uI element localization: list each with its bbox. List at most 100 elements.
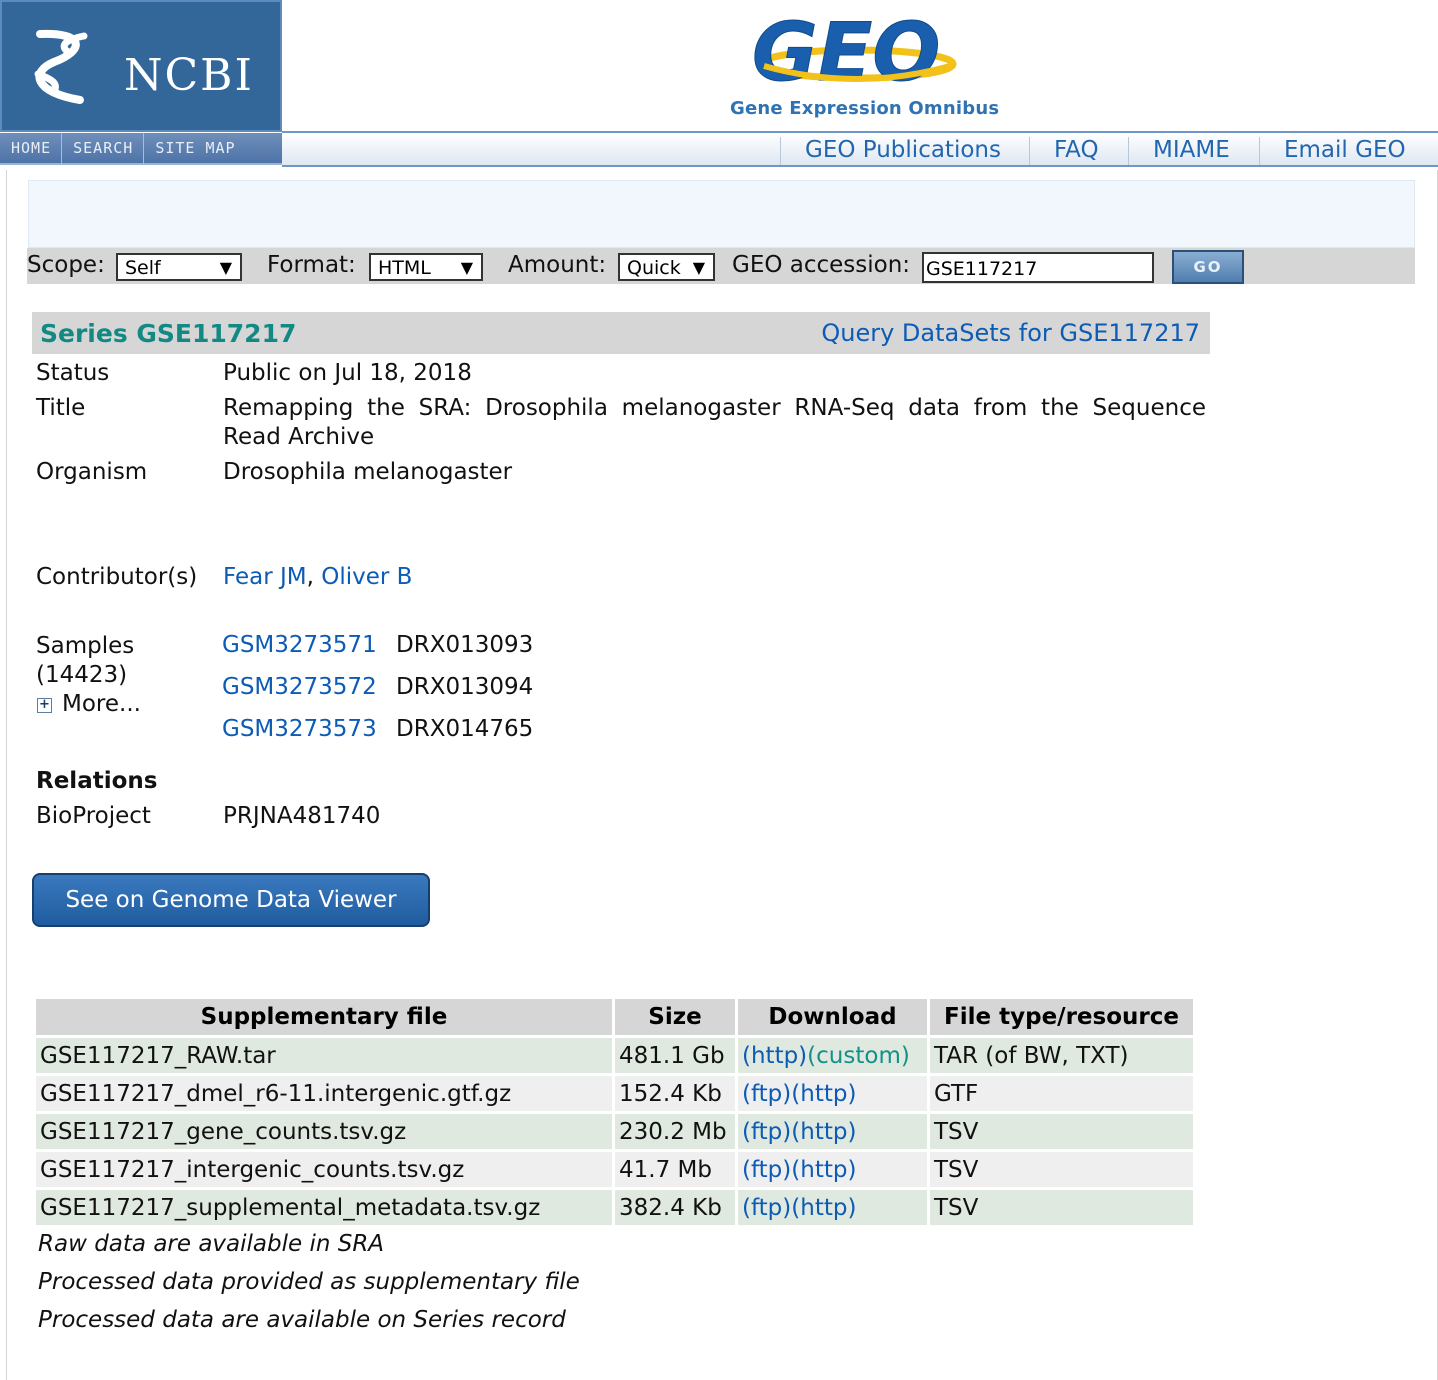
samples-label: Samples xyxy=(36,633,135,659)
note-processed-supplementary: Processed data provided as supplementary… xyxy=(38,1269,580,1295)
sample-accession: DRX013093 xyxy=(396,632,534,658)
genome-data-viewer-button[interactable]: See on Genome Data Viewer xyxy=(32,873,430,927)
status-label: Status xyxy=(36,360,110,386)
table-row: GSE117217_RAW.tar 481.1 Gb (http)(custom… xyxy=(36,1038,1193,1073)
scope-label: Scope: xyxy=(27,252,105,278)
table-header-row: Supplementary file Size Download File ty… xyxy=(36,999,1193,1035)
file-name: GSE117217_supplemental_metadata.tsv.gz xyxy=(36,1190,612,1225)
column-header: File type/resource xyxy=(930,999,1193,1035)
contributor-link[interactable]: Fear JM xyxy=(223,564,307,590)
nav-site-map[interactable]: SITE MAP xyxy=(144,133,245,165)
page-header: NCBI HOME SEARCH SITE MAP GEO Gene Expre… xyxy=(0,0,1438,168)
file-type: GTF xyxy=(930,1076,1193,1111)
file-size: 41.7 Mb xyxy=(615,1152,735,1187)
download-link[interactable]: (custom) xyxy=(807,1043,910,1069)
table-row: GSE117217_gene_counts.tsv.gz 230.2 Mb (f… xyxy=(36,1114,1193,1149)
ncbi-nav-bar: HOME SEARCH SITE MAP xyxy=(0,133,282,165)
file-type: TSV xyxy=(930,1152,1193,1187)
file-size: 382.4 Kb xyxy=(615,1190,735,1225)
organism-label: Organism xyxy=(36,459,148,485)
scope-value: Self xyxy=(125,257,161,279)
download-link[interactable]: (http) xyxy=(742,1043,807,1069)
query-datasets-link[interactable]: Query DataSets for GSE117217 xyxy=(821,319,1200,347)
format-value: HTML xyxy=(378,257,431,279)
info-band xyxy=(28,180,1415,248)
ncbi-logo[interactable]: NCBI xyxy=(0,0,282,132)
bioproject-link[interactable]: PRJNA481740 xyxy=(223,803,380,829)
dropdown-arrow-icon: ▼ xyxy=(219,258,232,277)
download-links: (ftp)(http) xyxy=(738,1114,927,1149)
column-header: Supplementary file xyxy=(36,999,612,1035)
series-header: Series GSE117217 Query DataSets for GSE1… xyxy=(32,312,1210,354)
samples-count: (14423) xyxy=(36,662,128,688)
geo-subtitle: Gene Expression Omnibus xyxy=(730,98,1000,119)
file-name: GSE117217_dmel_r6-11.intergenic.gtf.gz xyxy=(36,1076,612,1111)
amount-label: Amount: xyxy=(508,252,607,278)
nav-geo-publications[interactable]: GEO Publications xyxy=(780,137,1001,165)
nav-email-geo[interactable]: Email GEO xyxy=(1259,137,1406,165)
file-type: TSV xyxy=(930,1114,1193,1149)
contributor-separator: , xyxy=(306,564,314,590)
download-link[interactable]: (http) xyxy=(791,1081,856,1107)
table-row: GSE117217_dmel_r6-11.intergenic.gtf.gz 1… xyxy=(36,1076,1193,1111)
nav-faq[interactable]: FAQ xyxy=(1029,137,1099,165)
accession-label: GEO accession: xyxy=(732,252,911,278)
bioproject-label: BioProject xyxy=(36,803,151,829)
sample-link[interactable]: GSM3273571 xyxy=(222,632,377,658)
accession-input[interactable]: GSE117217 xyxy=(922,252,1154,283)
file-type: TAR (of BW, TXT) xyxy=(930,1038,1193,1073)
nav-home[interactable]: HOME xyxy=(0,133,63,165)
file-type: TSV xyxy=(930,1190,1193,1225)
file-name: GSE117217_RAW.tar xyxy=(36,1038,612,1073)
file-size: 481.1 Gb xyxy=(615,1038,735,1073)
download-links: (ftp)(http) xyxy=(738,1190,927,1225)
contributors-list: Fear JM, Oliver B xyxy=(223,564,412,590)
note-raw-data: Raw data are available in SRA xyxy=(38,1231,385,1257)
sample-link[interactable]: GSM3273573 xyxy=(222,716,377,742)
file-size: 230.2 Mb xyxy=(615,1114,735,1149)
nav-search[interactable]: SEARCH xyxy=(62,133,145,165)
download-link[interactable]: (ftp) xyxy=(742,1157,791,1183)
status-value: Public on Jul 18, 2018 xyxy=(223,360,472,386)
geo-logo[interactable]: GEO xyxy=(752,8,962,92)
ncbi-wordmark: NCBI xyxy=(124,50,254,101)
nav-miame[interactable]: MIAME xyxy=(1128,137,1230,165)
note-processed-series: Processed data are available on Series r… xyxy=(38,1307,566,1333)
go-button[interactable]: GO xyxy=(1172,250,1244,284)
table-row: GSE117217_supplemental_metadata.tsv.gz 3… xyxy=(36,1190,1193,1225)
download-link[interactable]: (ftp) xyxy=(742,1195,791,1221)
sample-link[interactable]: GSM3273572 xyxy=(222,674,377,700)
title-label: Title xyxy=(36,395,86,421)
scope-select[interactable]: Self ▼ xyxy=(116,253,242,281)
series-title: Series GSE117217 xyxy=(40,319,297,348)
download-link[interactable]: (http) xyxy=(791,1119,856,1145)
contributors-label: Contributor(s) xyxy=(36,564,198,590)
download-link[interactable]: (ftp) xyxy=(742,1119,791,1145)
format-select[interactable]: HTML ▼ xyxy=(369,253,483,281)
amount-value: Quick xyxy=(627,257,681,279)
supplementary-table: Supplementary file Size Download File ty… xyxy=(33,996,1196,1228)
download-link[interactable]: (http) xyxy=(791,1157,856,1183)
amount-select[interactable]: Quick ▼ xyxy=(618,253,715,281)
table-row: GSE117217_intergenic_counts.tsv.gz 41.7 … xyxy=(36,1152,1193,1187)
file-size: 152.4 Kb xyxy=(615,1076,735,1111)
dropdown-arrow-icon: ▼ xyxy=(692,258,705,277)
samples-more-link[interactable]: More... xyxy=(62,691,141,717)
title-value: Remapping the SRA: Drosophila melanogast… xyxy=(223,395,1206,450)
expand-plus-icon[interactable]: + xyxy=(37,698,52,713)
contributor-link[interactable]: Oliver B xyxy=(321,564,412,590)
download-link[interactable]: (http) xyxy=(791,1195,856,1221)
column-header: Download xyxy=(738,999,927,1035)
download-links: (http)(custom) xyxy=(738,1038,927,1073)
dropdown-arrow-icon: ▼ xyxy=(460,258,473,277)
format-label: Format: xyxy=(267,252,356,278)
dna-helix-icon xyxy=(34,29,88,104)
sample-accession: DRX014765 xyxy=(396,716,534,742)
download-link[interactable]: (ftp) xyxy=(742,1081,791,1107)
column-header: Size xyxy=(615,999,735,1035)
organism-link[interactable]: Drosophila melanogaster xyxy=(223,459,512,485)
download-links: (ftp)(http) xyxy=(738,1076,927,1111)
geo-nav-bar: GEO Publications FAQ MIAME Email GEO xyxy=(282,131,1438,167)
file-name: GSE117217_intergenic_counts.tsv.gz xyxy=(36,1152,612,1187)
download-links: (ftp)(http) xyxy=(738,1152,927,1187)
